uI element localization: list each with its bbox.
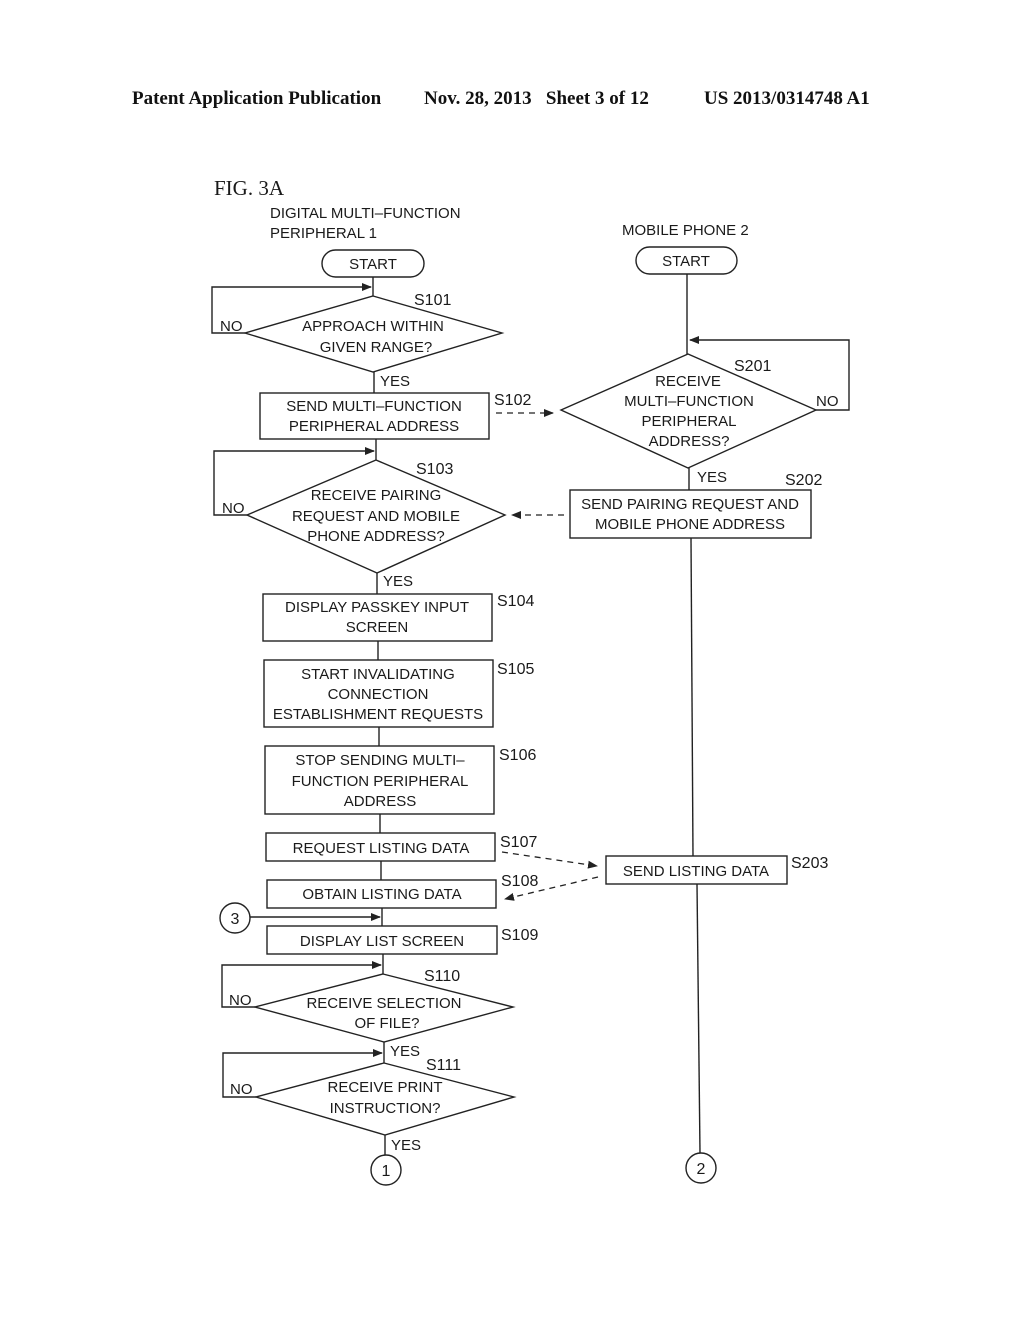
S105-text-1: START INVALIDATING [301, 666, 455, 683]
S109-text: DISPLAY LIST SCREEN [300, 933, 464, 950]
process-S108: OBTAIN LISTING DATA S108 [266, 873, 538, 909]
flowchart: FIG. 3A DIGITAL MULTI–FUNCTION PERIPHERA… [211, 176, 850, 1186]
S201-label: S201 [734, 358, 771, 375]
decision-S101: APPROACH WITHIN GIVEN RANGE? S101 [242, 292, 505, 373]
S106-text-2: FUNCTION PERIPHERAL [292, 773, 469, 790]
S201-text-4: ADDRESS? [649, 433, 730, 450]
S111-label: S111 [426, 1057, 461, 1074]
start-label: START [349, 256, 397, 273]
connector-3-label: 3 [231, 911, 240, 928]
S202-text-1: SEND PAIRING REQUEST AND [581, 496, 799, 513]
S103-label: S103 [416, 461, 453, 478]
S101-no-label: NO [220, 318, 243, 335]
connector-1-label: 1 [382, 1163, 391, 1180]
S103-text-1: RECEIVE PAIRING [311, 487, 442, 504]
S103-text-3: PHONE ADDRESS? [307, 528, 445, 545]
S110-text-2: OF FILE? [354, 1015, 419, 1032]
start-terminal-left: START [321, 249, 425, 278]
S103-yes-label: YES [383, 573, 413, 590]
S102-label: S102 [494, 392, 531, 409]
S110-no-label: NO [229, 992, 252, 1009]
S111-text-2: INSTRUCTION? [330, 1100, 441, 1117]
connector-2-label: 2 [697, 1161, 706, 1178]
S103-text-2: REQUEST AND MOBILE [292, 508, 460, 525]
S102-text-1: SEND MULTI–FUNCTION [286, 398, 462, 415]
S203-text: SEND LISTING DATA [623, 863, 769, 880]
S201-yes-label: YES [697, 469, 727, 486]
S101-label: S101 [414, 292, 451, 309]
S110-label: S110 [424, 968, 460, 985]
S108-label: S108 [501, 873, 538, 890]
S101-text-1: APPROACH WITHIN [302, 318, 444, 335]
connector-1: 1 [370, 1154, 402, 1186]
process-S106: STOP SENDING MULTI– FUNCTION PERIPHERAL … [264, 745, 536, 815]
S201-no-label: NO [816, 393, 839, 410]
start-label-right: START [662, 253, 710, 270]
S104-text-1: DISPLAY PASSKEY INPUT [285, 599, 469, 616]
process-S107: REQUEST LISTING DATA S107 [265, 832, 537, 862]
S111-yes-label: YES [391, 1137, 421, 1154]
process-S203: SEND LISTING DATA S203 [605, 855, 828, 885]
S105-label: S105 [497, 661, 534, 678]
decision-S201: RECEIVE MULTI–FUNCTION PERIPHERAL ADDRES… [559, 353, 818, 469]
start-terminal-right: START [635, 246, 738, 275]
S107-label: S107 [500, 834, 537, 851]
S106-label: S106 [499, 747, 536, 764]
lane-left-title-line2: PERIPHERAL 1 [270, 225, 377, 242]
S101-yes-label: YES [380, 373, 410, 390]
connector-2: 2 [685, 1152, 717, 1184]
S103-no-label: NO [222, 500, 245, 517]
process-S102: SEND MULTI–FUNCTION PERIPHERAL ADDRESS S… [259, 392, 531, 440]
S104-text-2: SCREEN [346, 619, 409, 636]
S201-text-2: MULTI–FUNCTION [624, 393, 754, 410]
process-S104: DISPLAY PASSKEY INPUT SCREEN S104 [262, 593, 534, 642]
connector-3: 3 [219, 902, 251, 934]
S201-text-3: PERIPHERAL [641, 413, 736, 430]
S110-text-1: RECEIVE SELECTION [306, 995, 461, 1012]
S104-label: S104 [497, 593, 534, 610]
decision-S111: RECEIVE PRINT INSTRUCTION? S111 [253, 1057, 517, 1136]
S101-text-2: GIVEN RANGE? [320, 339, 433, 356]
lane-right-title: MOBILE PHONE 2 [622, 222, 749, 239]
S106-text-1: STOP SENDING MULTI– [295, 752, 465, 769]
process-S109: DISPLAY LIST SCREEN S109 [266, 925, 538, 955]
decision-S103: RECEIVE PAIRING REQUEST AND MOBILE PHONE… [245, 459, 507, 574]
S111-no-label: NO [230, 1081, 253, 1098]
S110-yes-label: YES [390, 1043, 420, 1060]
S105-text-3: ESTABLISHMENT REQUESTS [273, 706, 483, 723]
S202-text-2: MOBILE PHONE ADDRESS [595, 516, 785, 533]
lane-left-title-line1: DIGITAL MULTI–FUNCTION [270, 205, 461, 222]
process-S105: START INVALIDATING CONNECTION ESTABLISHM… [263, 659, 534, 728]
S201-text-1: RECEIVE [655, 373, 721, 390]
S203-label: S203 [791, 855, 828, 872]
message-arrow-S107-S203 [501, 851, 598, 869]
figure-label: FIG. 3A [214, 176, 285, 200]
S109-label: S109 [501, 927, 538, 944]
S108-text: OBTAIN LISTING DATA [302, 886, 461, 903]
decision-S110: RECEIVE SELECTION OF FILE? S110 [252, 968, 516, 1043]
S102-text-2: PERIPHERAL ADDRESS [289, 418, 459, 435]
S202-label: S202 [785, 472, 822, 489]
S107-text: REQUEST LISTING DATA [293, 840, 470, 857]
S111-text-1: RECEIVE PRINT [327, 1079, 442, 1096]
S106-text-3: ADDRESS [344, 793, 417, 810]
S105-text-2: CONNECTION [328, 686, 429, 703]
